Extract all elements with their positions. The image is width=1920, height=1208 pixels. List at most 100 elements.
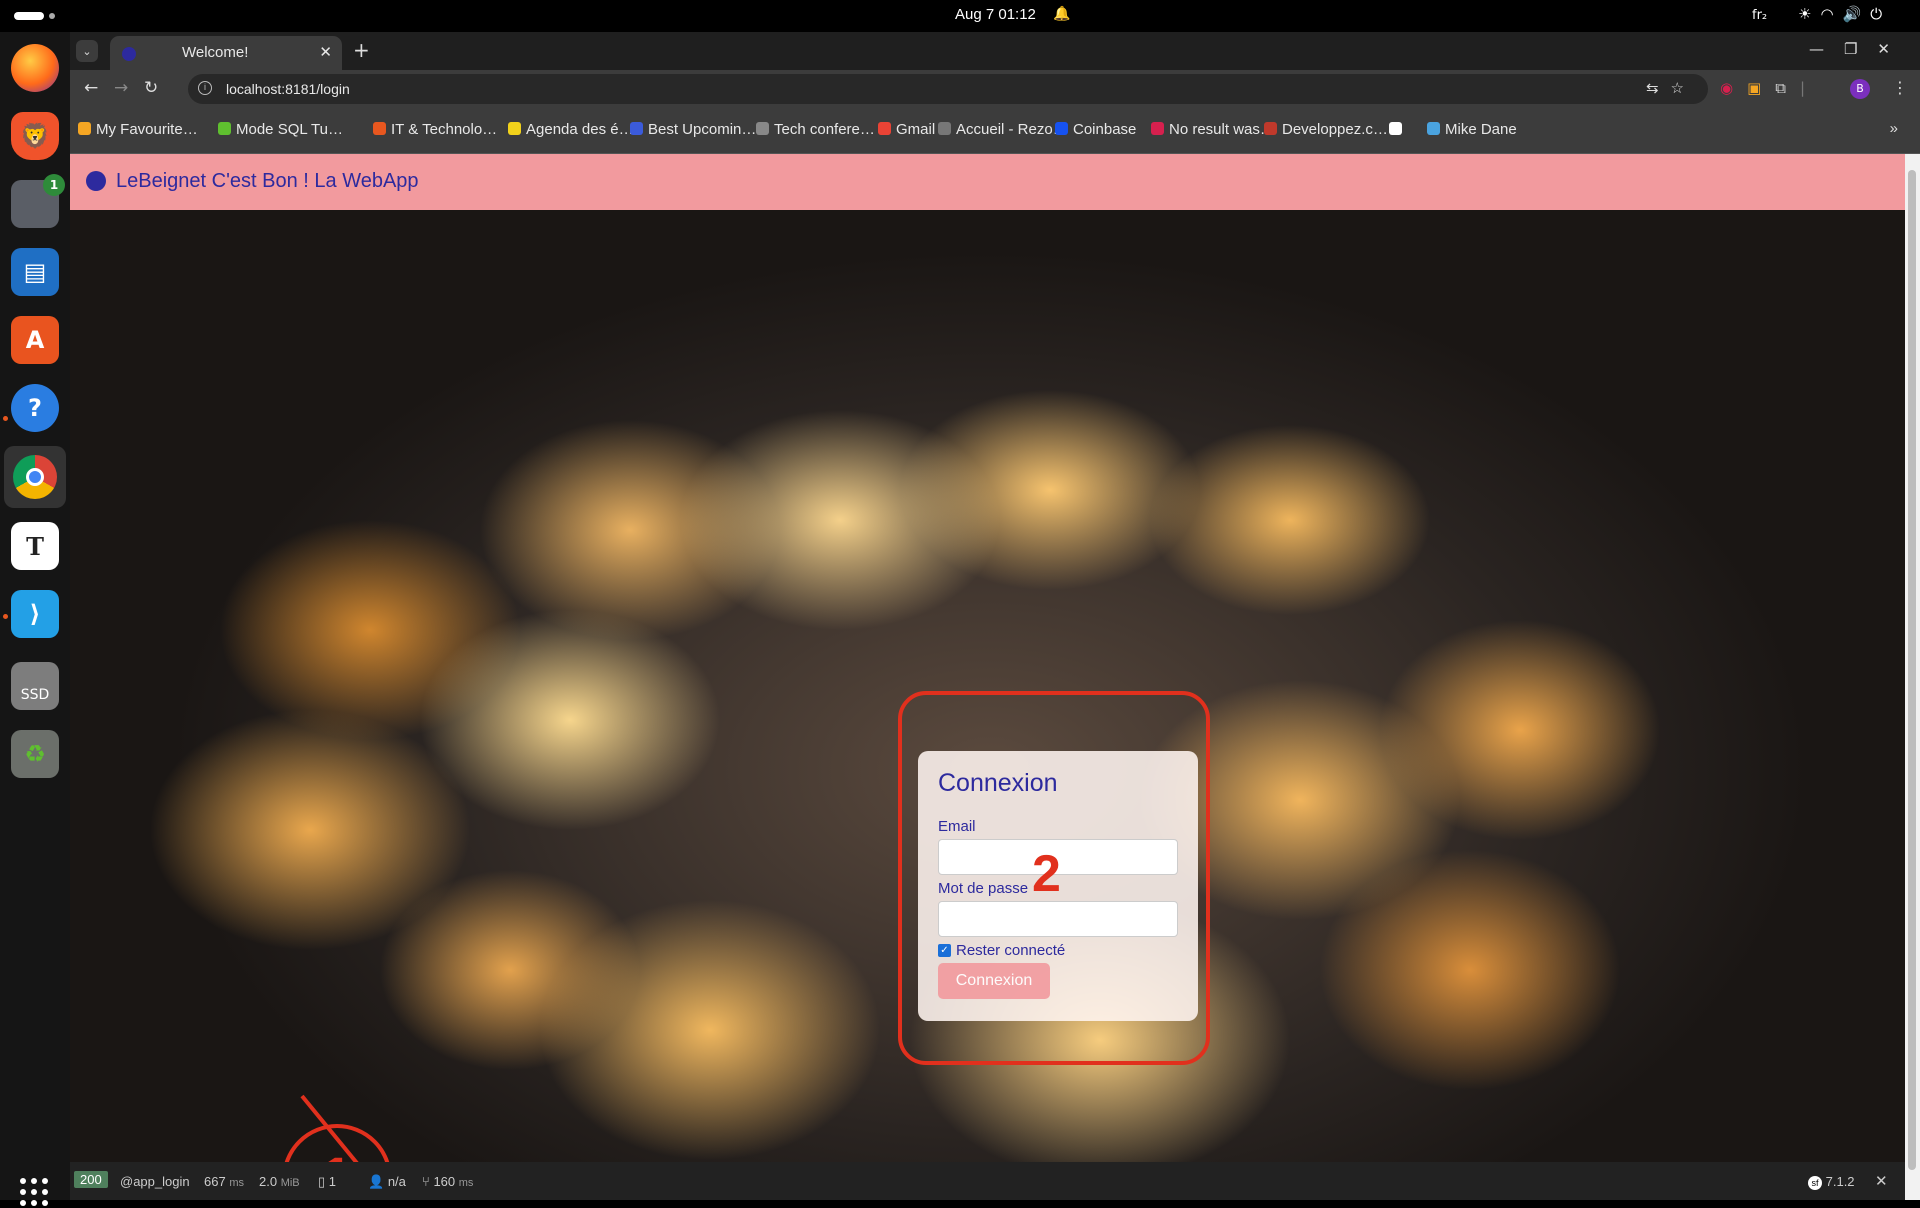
running-indicator (3, 416, 8, 421)
bell-icon[interactable]: 🔔 (1053, 6, 1070, 22)
chrome-icon-tile[interactable] (4, 446, 66, 508)
url-text[interactable]: localhost:8181/login (226, 81, 350, 97)
bookmark-item[interactable]: IT & Technolo… (373, 121, 497, 138)
help-icon[interactable]: ? (11, 384, 59, 432)
vscode-icon[interactable]: ⟩ (11, 590, 59, 638)
bookmark-favicon-icon (630, 122, 643, 135)
remember-me-checkbox[interactable]: ✓ (938, 944, 951, 957)
request-time[interactable]: 667 ms (204, 1174, 244, 1189)
address-bar[interactable]: i localhost:8181/login ⇆☆ (188, 74, 1708, 104)
bookmark-favicon-icon (1389, 122, 1402, 135)
bookmark-item[interactable]: Accueil - Rezo… (938, 121, 1068, 138)
bookmark-favicon-icon (1055, 122, 1068, 135)
request-time-unit: ms (229, 1177, 244, 1189)
bookmark-item[interactable]: No result was… (1151, 121, 1275, 138)
bookmark-favicon-icon (878, 122, 891, 135)
page-scrollbar[interactable] (1905, 154, 1920, 1200)
app-center-icon[interactable]: A (11, 316, 59, 364)
security-panel[interactable]: 👤 n/a (368, 1174, 406, 1190)
back-icon[interactable]: ← (84, 78, 98, 98)
bookmark-item[interactable]: Best Upcomin… (630, 121, 756, 138)
firefox-icon[interactable] (11, 44, 59, 92)
request-time-value: 667 (204, 1174, 226, 1189)
memory-usage[interactable]: 2.0 MiB (259, 1174, 300, 1189)
user-value: n/a (387, 1174, 406, 1189)
bookmark-item[interactable]: Developpez.c… (1264, 121, 1388, 138)
show-apps-icon[interactable] (20, 1178, 50, 1208)
bookmark-favicon-icon (1427, 122, 1440, 135)
document-icon: ▯ (318, 1174, 326, 1189)
bookmark-item[interactable] (1389, 121, 1407, 138)
dock: 🦁 1 ▤ A ? T ⟩ SSD ♻ (0, 32, 70, 1206)
restore-icon[interactable]: ❐ (1844, 40, 1877, 58)
symfony-version[interactable]: sf 7.1.2 (1808, 1174, 1855, 1190)
more-bookmarks-icon[interactable]: » (1890, 120, 1898, 137)
chrome-window: ⌄ Welcome! ✕ + —❐✕ ← → ↻ i localhost:818… (70, 32, 1920, 1200)
bookmark-favicon-icon (1151, 122, 1164, 135)
chrome-icon (13, 455, 57, 499)
bookmark-item[interactable]: Tech confere… (756, 121, 875, 138)
browser-toolbar: ← → ↻ i localhost:8181/login ⇆☆ ◉ ▣ ⧉ | B ⋮ (70, 70, 1920, 108)
bookmark-label: Mike Dane (1445, 121, 1517, 138)
extension-icon[interactable]: ▣ (1747, 79, 1761, 97)
status-code-badge[interactable]: 200 (74, 1171, 108, 1188)
site-info-icon[interactable]: i (198, 81, 212, 95)
minimize-icon[interactable]: — (1809, 40, 1844, 58)
memory-value: 2.0 (259, 1174, 278, 1189)
bookmark-star-icon[interactable]: ☆ (1671, 80, 1696, 97)
bookmark-item[interactable]: Mike Dane (1427, 121, 1517, 138)
password-field[interactable] (938, 901, 1178, 937)
reload-icon[interactable]: ↻ (144, 78, 158, 98)
performance-panel[interactable]: ⑂ 160 ms (422, 1174, 473, 1189)
bookmark-label: Coinbase (1073, 121, 1137, 138)
writer-icon[interactable]: ▤ (11, 248, 59, 296)
forms-panel[interactable]: ▯ 1 (318, 1174, 336, 1190)
typora-icon[interactable]: T (11, 522, 59, 570)
bookmark-label: Best Upcomin… (648, 121, 757, 138)
keyboard-layout[interactable]: fr₂ (1752, 8, 1767, 23)
bookmark-item[interactable]: Agenda des é… (508, 121, 634, 138)
puzzle-icon[interactable]: ⧉ (1775, 79, 1786, 97)
bookmark-item[interactable]: Gmail (878, 121, 935, 138)
brand-text: LeBeignet C'est Bon ! La WebApp (116, 170, 419, 192)
tab-search-button[interactable]: ⌄ (76, 40, 98, 62)
translate-icon[interactable]: ⇆ (1646, 80, 1671, 97)
bookmark-item[interactable]: Coinbase (1055, 121, 1136, 138)
activities-indicator[interactable] (14, 12, 44, 20)
user-icon: 👤 (368, 1174, 385, 1189)
new-tab-button[interactable]: + (353, 38, 370, 62)
profile-avatar[interactable]: B (1850, 79, 1870, 99)
bookmark-label: Accueil - Rezo… (956, 121, 1068, 138)
bookmark-favicon-icon (938, 122, 951, 135)
ssd-drive-icon[interactable]: SSD (11, 662, 59, 710)
system-top-bar: Aug 7 01:12 🔔 fr₂ ☀◠🔊⏻ (0, 0, 1920, 32)
branch-icon: ⑂ (422, 1174, 430, 1189)
close-toolbar-icon[interactable]: ✕ (1875, 1172, 1888, 1190)
clock[interactable]: Aug 7 01:12 (955, 6, 1036, 23)
bookmark-item[interactable]: Mode SQL Tu… (218, 121, 343, 138)
email-label: Email (938, 818, 976, 835)
tab-title: Welcome! (182, 44, 249, 61)
bookmark-item[interactable]: My Favourite… (78, 121, 198, 138)
window-controls: —❐✕ (1809, 40, 1910, 58)
bookmarks-bar: My Favourite… Mode SQL Tu… IT & Technolo… A… (70, 108, 1920, 154)
bookmark-favicon-icon (218, 122, 231, 135)
close-tab-icon[interactable]: ✕ (319, 43, 332, 61)
web-page: LeBeignet C'est Bon ! La WebApp Connexio… (70, 154, 1905, 1200)
forms-count: 1 (328, 1174, 337, 1189)
workspace-indicator[interactable] (49, 13, 55, 19)
route-name[interactable]: @app_login (120, 1174, 190, 1189)
extension-icon[interactable]: ◉ (1720, 79, 1733, 97)
files-icon[interactable]: 1 (11, 174, 65, 228)
brave-icon[interactable]: 🦁 (11, 112, 59, 160)
remember-me-label[interactable]: Rester connecté (956, 942, 1065, 959)
system-tray[interactable]: ☀◠🔊⏻ (1798, 5, 1891, 23)
tab-welcome[interactable]: Welcome! ✕ (110, 36, 342, 70)
forward-icon[interactable]: → (114, 78, 128, 98)
close-window-icon[interactable]: ✕ (1877, 40, 1910, 58)
trash-icon[interactable]: ♻ (11, 730, 59, 778)
login-button[interactable]: Connexion (938, 963, 1050, 999)
symfony-version-text: 7.1.2 (1825, 1174, 1855, 1189)
menu-icon[interactable]: ⋮ (1892, 78, 1908, 97)
brand-link[interactable]: LeBeignet C'est Bon ! La WebApp (86, 170, 419, 193)
